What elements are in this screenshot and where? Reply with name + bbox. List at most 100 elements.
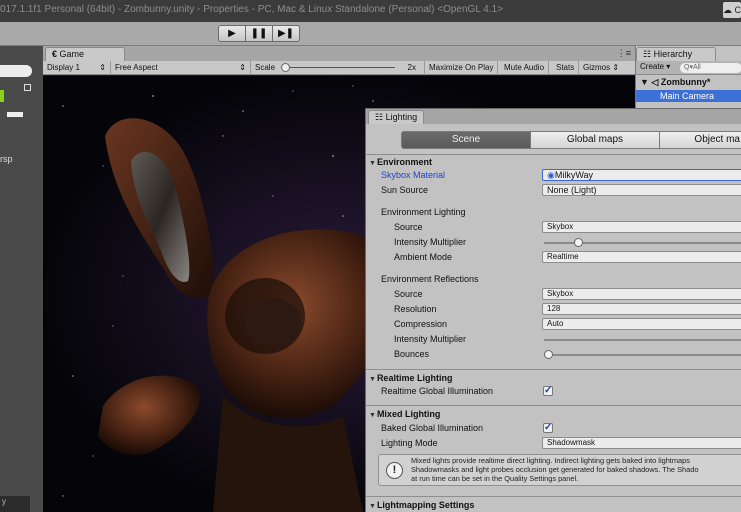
tab-game-label: Game	[59, 49, 85, 59]
main-toolbar: ▶ ❚❚ ▶❚	[0, 22, 741, 46]
title-bar: 017.1.1f1 Personal (64bit) - Zombunny.un…	[0, 0, 741, 22]
scene-root[interactable]: ▼ ◁ Zombunny*	[640, 77, 710, 88]
intensity-slider-knob[interactable]	[574, 238, 583, 247]
realtime-gi-label: Realtime Global Illumination	[381, 386, 494, 396]
dropdown-arrow-icon: ⇕	[239, 63, 246, 72]
unity-logo-icon: ◁	[651, 77, 661, 87]
scale-value: 2x	[407, 63, 416, 72]
play-button[interactable]: ▶	[218, 25, 246, 42]
scene-search-field[interactable]	[0, 65, 32, 77]
play-icon: ▶	[228, 28, 236, 39]
step-icon: ▶❚	[277, 28, 295, 39]
create-dropdown[interactable]: Create ▾	[640, 62, 670, 71]
mute-audio-toggle[interactable]: Mute Audio	[500, 61, 550, 75]
skybox-material-label: Skybox Material	[381, 170, 446, 180]
mixed-lighting-info-box: ! Mixed lights provide realtime direct l…	[378, 454, 741, 486]
intensity-multiplier-label: Intensity Multiplier	[394, 237, 467, 247]
realtime-lighting-title: Realtime Lighting	[376, 373, 453, 383]
tab-hierarchy-label: Hierarchy	[653, 49, 693, 59]
baked-gi-checkbox[interactable]: ✓	[543, 423, 553, 433]
refl-intensity-slider[interactable]	[544, 339, 741, 341]
section-divider	[366, 496, 741, 497]
info-text: Mixed lights provide realtime direct lig…	[411, 457, 741, 483]
scene-bottom-label: y	[2, 497, 6, 506]
gamepad-icon: €	[52, 49, 60, 59]
realtime-gi-checkbox[interactable]: ✓	[543, 386, 553, 396]
gizmos-dropdown[interactable]: Gizmos ⇕	[579, 61, 623, 75]
bounces-label: Bounces	[394, 349, 430, 359]
hierarchy-search-input[interactable]: Q▾All	[680, 63, 741, 73]
scale-track[interactable]	[283, 67, 395, 68]
scene-bottom-panel: y	[0, 496, 30, 512]
stats-toggle[interactable]: Stats	[552, 61, 580, 75]
section-divider	[366, 369, 741, 370]
lighting-tab-global-maps[interactable]: Global maps	[530, 131, 660, 149]
list-icon: ☷	[643, 49, 654, 59]
bounces-slider[interactable]	[544, 350, 741, 359]
sun-source-field[interactable]: None (Light)	[542, 184, 741, 196]
section-divider	[366, 405, 741, 406]
refl-source-dropdown[interactable]: Skybox	[542, 288, 741, 300]
lighting-tab-scene[interactable]: Scene	[401, 131, 531, 149]
compression-dropdown[interactable]: Auto	[542, 318, 741, 330]
maximize-on-play-toggle[interactable]: Maximize On Play	[425, 61, 499, 75]
gizmos-label: Gizmos	[583, 63, 611, 72]
ambient-mode-label: Ambient Mode	[394, 252, 453, 262]
expand-arrow-icon[interactable]: ▼	[640, 77, 651, 87]
environment-lighting-label: Environment Lighting	[381, 207, 466, 217]
display-dropdown[interactable]: Display 1 ⇕	[43, 61, 111, 75]
foldout-arrow-icon: ▼	[369, 412, 376, 419]
environment-title: Environment	[376, 157, 432, 167]
tab-lighting-label: Lighting	[385, 112, 418, 122]
env-source-dropdown[interactable]: Skybox	[542, 221, 741, 233]
section-divider	[366, 154, 741, 155]
skybox-material-field[interactable]: ◉MilkyWay	[542, 169, 741, 181]
lighting-icon: ☷	[375, 112, 386, 122]
foldout-arrow-icon: ▼	[369, 376, 376, 383]
environment-reflections-label: Environment Reflections	[381, 274, 479, 284]
gizmo-y-axis[interactable]	[0, 90, 4, 102]
foldout-arrow-icon: ▼	[369, 160, 376, 167]
game-toolbar: Display 1 ⇕ Free Aspect ⇕ Scale 2x Maximiz…	[43, 61, 635, 75]
info-icon: !	[386, 462, 403, 479]
scale-slider[interactable]: Scale 2x	[251, 61, 425, 75]
lock-icon[interactable]	[24, 84, 31, 91]
window-title: 017.1.1f1 Personal (64bit) - Zombunny.un…	[0, 4, 504, 15]
scale-knob[interactable]	[281, 63, 290, 72]
resolution-dropdown[interactable]: 128	[542, 303, 741, 315]
menu-icon[interactable]: ⋮≡	[617, 48, 631, 59]
mixed-lighting-title: Mixed Lighting	[376, 409, 441, 419]
sun-source-label: Sun Source	[381, 185, 429, 195]
step-button[interactable]: ▶❚	[272, 25, 300, 42]
environment-header[interactable]: ▼Environment	[366, 156, 741, 169]
realtime-lighting-header[interactable]: ▼Realtime Lighting	[366, 372, 741, 385]
intensity-multiplier-slider[interactable]	[544, 238, 741, 247]
perspective-label[interactable]: rsp	[0, 154, 13, 164]
gizmo-x-axis[interactable]	[7, 112, 23, 117]
foldout-arrow-icon: ▼	[369, 503, 376, 510]
env-source-label: Source	[394, 222, 423, 232]
aspect-dropdown[interactable]: Free Aspect ⇕	[111, 61, 251, 75]
tab-lighting[interactable]: ☷ Lighting	[368, 110, 424, 124]
game-tab-bar: € Game ⋮≡	[43, 46, 635, 61]
resolution-label: Resolution	[394, 304, 437, 314]
lighting-tab-object-maps[interactable]: Object ma	[659, 131, 741, 149]
lightmapping-settings-header[interactable]: ▼Lightmapping Settings	[366, 499, 741, 512]
hierarchy-item-main-camera[interactable]: Main Camera	[636, 90, 741, 102]
ambient-mode-dropdown[interactable]: Realtime	[542, 251, 741, 263]
material-icon: ◉	[547, 170, 555, 180]
tab-hierarchy[interactable]: ☷ Hierarchy	[636, 47, 716, 61]
hierarchy-toolbar: Create ▾ Q▾All	[636, 61, 741, 75]
scale-label: Scale	[255, 63, 276, 72]
mixed-lighting-header[interactable]: ▼Mixed Lighting	[366, 408, 741, 421]
refl-source-label: Source	[394, 289, 423, 299]
pause-button[interactable]: ❚❚	[245, 25, 273, 42]
bounces-slider-knob[interactable]	[544, 350, 553, 359]
lighting-mode-label: Lighting Mode	[381, 438, 438, 448]
info-line: at run time can be set in the Quality Se…	[411, 473, 579, 483]
compression-label: Compression	[394, 319, 448, 329]
tab-game[interactable]: € Game	[45, 47, 125, 61]
collab-button[interactable]: ☁ C	[723, 2, 741, 18]
skybox-material-value: MilkyWay	[554, 170, 594, 180]
lighting-mode-dropdown[interactable]: Shadowmask	[542, 437, 741, 449]
